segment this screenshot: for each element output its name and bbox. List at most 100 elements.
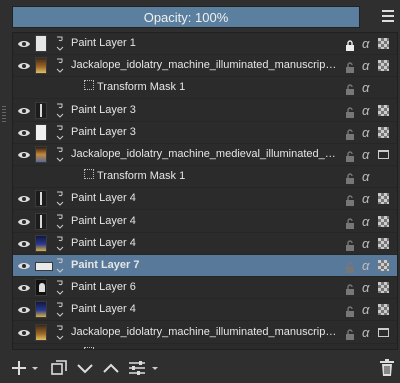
layer-name: Paint Layer 4 bbox=[71, 236, 136, 249]
inherit-alpha-icon[interactable] bbox=[378, 260, 389, 271]
lock-icon[interactable] bbox=[345, 60, 355, 74]
layer-thumbnail bbox=[35, 35, 47, 52]
lock-icon[interactable] bbox=[345, 327, 355, 340]
opacity-slider[interactable]: Opacity: 100% bbox=[12, 6, 360, 28]
visibility-eye-icon[interactable] bbox=[18, 194, 30, 204]
duplicate-icon[interactable] bbox=[50, 359, 68, 377]
paint-layer-icon bbox=[55, 302, 65, 318]
lock-icon[interactable] bbox=[345, 82, 355, 96]
layer-row[interactable]: Jackalope_idolatry_machine_illuminated_m… bbox=[13, 322, 397, 344]
mask-row[interactable]: Transform Mask 1 α bbox=[13, 166, 397, 189]
layer-name: Transform Mask 1 bbox=[97, 348, 347, 349]
layer-thumbnail bbox=[35, 323, 47, 341]
layers-docker-header: Opacity: 100% bbox=[0, 0, 400, 34]
inherit-alpha-icon[interactable] bbox=[378, 38, 389, 49]
alpha-lock-icon[interactable]: α bbox=[362, 103, 369, 118]
visibility-eye-icon[interactable] bbox=[18, 150, 30, 160]
visibility-eye-icon[interactable] bbox=[18, 217, 30, 227]
mask-row[interactable]: Transform Mask 1 α bbox=[13, 77, 397, 100]
add-dropdown-icon[interactable] bbox=[30, 359, 40, 377]
alpha-lock-icon[interactable]: α bbox=[362, 80, 369, 95]
delete-icon[interactable] bbox=[378, 359, 396, 377]
inherit-alpha-icon[interactable] bbox=[378, 60, 389, 72]
paint-layer-icon bbox=[55, 191, 65, 207]
lock-icon[interactable] bbox=[345, 282, 355, 296]
layer-thumbnail bbox=[35, 212, 47, 230]
lock-icon[interactable] bbox=[345, 127, 355, 140]
alpha-lock-icon[interactable]: α bbox=[362, 125, 369, 140]
alpha-lock-icon[interactable]: α bbox=[362, 36, 369, 51]
layer-row[interactable]: Jackalope_idolatry_machine_illuminated_m… bbox=[13, 55, 397, 78]
visibility-eye-icon[interactable] bbox=[18, 239, 30, 249]
docker-resize-handle[interactable] bbox=[2, 106, 6, 122]
layer-row[interactable]: Jackalope_idolatry_machine_medieval_illu… bbox=[13, 144, 397, 166]
visibility-eye-icon[interactable] bbox=[18, 39, 30, 49]
alpha-lock-icon[interactable]: α bbox=[362, 325, 369, 340]
folder-icon[interactable] bbox=[378, 150, 389, 159]
layer-list[interactable]: Paint Layer 1 α Jackalope_idolatry_machine… bbox=[12, 32, 398, 350]
lock-icon[interactable] bbox=[345, 216, 355, 229]
alpha-lock-icon[interactable]: α bbox=[362, 258, 369, 273]
layer-thumbnail bbox=[35, 301, 47, 319]
layer-row[interactable]: Paint Layer 6 α bbox=[13, 277, 397, 300]
layer-row[interactable]: Paint Layer 4 α bbox=[13, 233, 397, 255]
inherit-alpha-icon[interactable] bbox=[378, 215, 389, 227]
layer-row[interactable]: Paint Layer 3 α bbox=[13, 122, 397, 144]
visibility-eye-icon[interactable] bbox=[18, 305, 30, 315]
layer-name: Transform Mask 1 bbox=[97, 170, 186, 183]
properties-icon[interactable] bbox=[128, 359, 146, 377]
layer-row[interactable]: Paint Layer 4 α bbox=[13, 299, 397, 322]
layer-name: Paint Layer 3 bbox=[71, 125, 136, 138]
lock-icon[interactable] bbox=[345, 38, 355, 51]
layer-row[interactable]: Paint Layer 7 α bbox=[13, 255, 397, 277]
properties-dropdown-icon[interactable] bbox=[150, 359, 160, 377]
alpha-lock-icon[interactable]: α bbox=[362, 58, 369, 73]
inherit-alpha-icon[interactable] bbox=[378, 282, 389, 294]
add-icon[interactable] bbox=[10, 359, 28, 377]
move-down-icon[interactable] bbox=[76, 359, 94, 377]
inherit-alpha-icon[interactable] bbox=[378, 104, 389, 116]
hamburger-menu-icon[interactable] bbox=[382, 9, 396, 23]
alpha-lock-icon[interactable]: α bbox=[362, 347, 369, 349]
inherit-alpha-icon[interactable] bbox=[378, 193, 389, 205]
layer-name: Jackalope_idolatry_machine_illuminated_m… bbox=[71, 325, 339, 338]
paint-layer-icon bbox=[55, 36, 65, 52]
visibility-eye-icon[interactable] bbox=[18, 61, 30, 71]
lock-icon[interactable] bbox=[345, 105, 355, 118]
alpha-lock-icon[interactable]: α bbox=[362, 191, 369, 206]
lock-icon[interactable] bbox=[345, 149, 355, 162]
lock-icon[interactable] bbox=[345, 238, 355, 251]
layer-row[interactable]: Paint Layer 4 α bbox=[13, 188, 397, 211]
visibility-eye-icon[interactable] bbox=[18, 261, 30, 271]
alpha-lock-icon[interactable]: α bbox=[362, 280, 369, 295]
lock-icon[interactable] bbox=[345, 193, 355, 207]
folder-icon[interactable] bbox=[378, 327, 389, 337]
visibility-eye-icon[interactable] bbox=[18, 128, 30, 138]
lock-icon[interactable] bbox=[345, 349, 355, 350]
alpha-lock-icon[interactable]: α bbox=[362, 169, 369, 184]
alpha-lock-icon[interactable]: α bbox=[362, 147, 369, 162]
lock-icon[interactable] bbox=[345, 304, 355, 318]
layer-name: Paint Layer 3 bbox=[71, 103, 136, 116]
move-up-icon[interactable] bbox=[102, 359, 120, 377]
layer-thumbnail bbox=[35, 279, 47, 297]
alpha-lock-icon[interactable]: α bbox=[362, 214, 369, 229]
layer-thumbnail bbox=[35, 123, 47, 141]
visibility-eye-icon[interactable] bbox=[18, 106, 30, 116]
mask-row[interactable]: Transform Mask 1 α bbox=[13, 344, 397, 350]
inherit-alpha-icon[interactable] bbox=[378, 126, 389, 138]
layer-name: Paint Layer 6 bbox=[71, 281, 136, 294]
inherit-alpha-icon[interactable] bbox=[378, 237, 389, 249]
visibility-eye-icon[interactable] bbox=[18, 328, 30, 338]
layer-row[interactable]: Paint Layer 3 α bbox=[13, 100, 397, 122]
inherit-alpha-icon[interactable] bbox=[378, 304, 389, 316]
alpha-lock-icon[interactable]: α bbox=[362, 302, 369, 317]
paint-layer-icon bbox=[55, 280, 65, 296]
alpha-lock-icon[interactable]: α bbox=[362, 236, 369, 251]
layer-row[interactable]: Paint Layer 4 α bbox=[13, 211, 397, 233]
layer-row[interactable]: Paint Layer 1 α bbox=[13, 33, 397, 55]
visibility-eye-icon[interactable] bbox=[18, 283, 30, 293]
lock-icon[interactable] bbox=[345, 260, 355, 273]
lock-icon[interactable] bbox=[345, 171, 355, 185]
layer-name: Paint Layer 4 bbox=[71, 214, 136, 227]
